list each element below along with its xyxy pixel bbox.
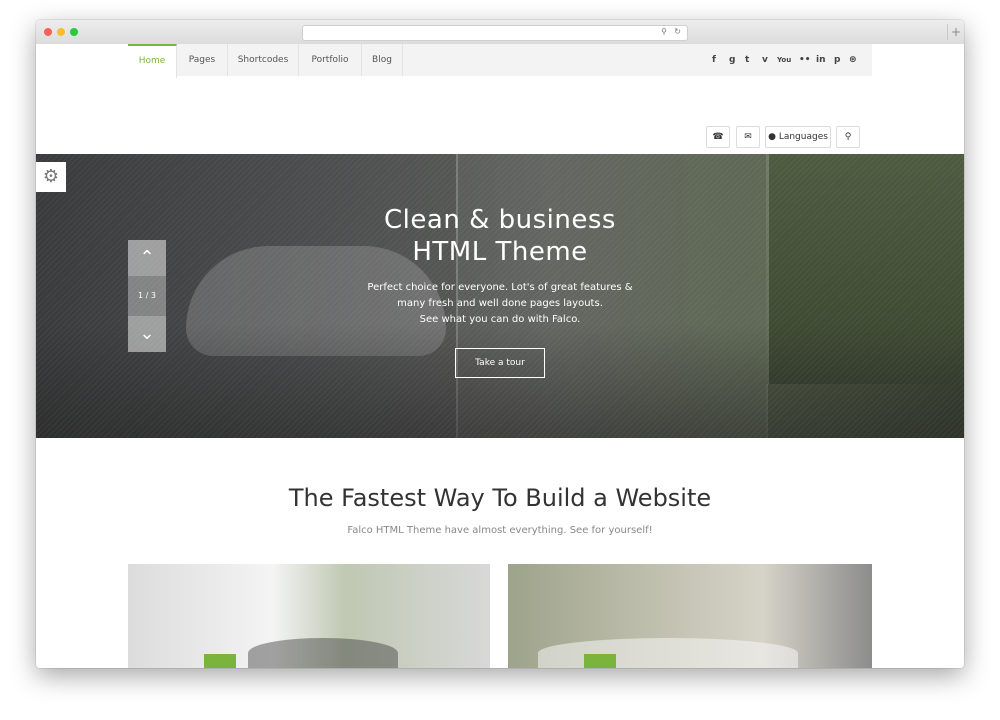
take-a-tour-button[interactable]: Take a tour [455, 348, 545, 378]
portfolio-card-glassware[interactable] [508, 564, 872, 668]
chevron-up-icon: ⌃ [139, 247, 155, 268]
slider-next-button[interactable]: ⌄ [128, 316, 166, 352]
hero-description: Perfect choice for everyone. Lot's of gr… [320, 280, 680, 328]
reload-icon[interactable]: ↻ [674, 27, 681, 36]
slider-controls: ⌃ 1 / 3 ⌄ [128, 240, 166, 352]
nav-item-pages[interactable]: Pages [177, 44, 228, 76]
mail-icon: ✉ [744, 132, 752, 142]
browser-toolbar: ⚲ ↻ + [36, 20, 964, 45]
hero-title-line-2: HTML Theme [412, 237, 588, 267]
browser-window: ⚲ ↻ + Home Pages Shortcodes Portfolio Bl… [36, 20, 964, 668]
section-title: The Fastest Way To Build a Website [288, 484, 712, 512]
maximize-window-button[interactable] [70, 28, 78, 36]
hero-slider: ⚙ ⌃ 1 / 3 ⌄ Clean & business HTML Theme … [36, 154, 964, 438]
search-icon: ⚲ [844, 132, 852, 142]
card-badge [204, 654, 236, 668]
phone-button[interactable]: ☎ [706, 126, 730, 148]
portfolio-card-dining-room[interactable] [128, 564, 490, 668]
flickr-icon[interactable]: •• [799, 44, 811, 76]
nav-item-home[interactable]: Home [128, 44, 177, 78]
main-navigation: Home Pages Shortcodes Portfolio Blog f g… [128, 44, 872, 78]
settings-gear-icon[interactable]: ⚙ [36, 162, 66, 192]
hero-text-line-3: See what you can do with Falco. [419, 314, 581, 325]
pinterest-icon[interactable]: p [834, 44, 840, 76]
twitter-icon[interactable]: t [745, 44, 749, 76]
search-icon[interactable]: ⚲ [661, 27, 667, 36]
card-badge [584, 654, 616, 668]
nav-item-blog[interactable]: Blog [362, 44, 403, 76]
dribbble-icon[interactable]: ⊛ [849, 44, 857, 76]
nav-item-shortcodes[interactable]: Shortcodes [228, 44, 299, 76]
glassware-table-image [538, 638, 798, 668]
hero-text-line-1: Perfect choice for everyone. Lot's of gr… [367, 282, 633, 293]
languages-label: Languages [778, 132, 828, 142]
google-icon[interactable]: g [729, 44, 735, 76]
address-bar[interactable]: ⚲ ↻ [302, 25, 688, 41]
nav-item-portfolio[interactable]: Portfolio [299, 44, 362, 76]
languages-button[interactable]: ● Languages [765, 126, 831, 148]
vimeo-icon[interactable]: v [762, 44, 768, 76]
facebook-icon[interactable]: f [712, 44, 716, 76]
mail-button[interactable]: ✉ [736, 126, 760, 148]
linkedin-icon[interactable]: in [816, 44, 826, 76]
phone-icon: ☎ [712, 132, 724, 142]
chevron-down-icon: ⌄ [139, 323, 155, 344]
globe-icon: ● [768, 132, 776, 142]
youtube-icon[interactable]: You [777, 44, 791, 76]
web-page: Home Pages Shortcodes Portfolio Blog f g… [36, 44, 964, 668]
dining-table-image [248, 638, 398, 668]
close-window-button[interactable] [44, 28, 52, 36]
minimize-window-button[interactable] [57, 28, 65, 36]
hero-text-line-2: many fresh and well done pages layouts. [397, 298, 603, 309]
new-tab-button[interactable]: + [947, 24, 964, 40]
slider-prev-button[interactable]: ⌃ [128, 240, 166, 276]
search-button[interactable]: ⚲ [836, 126, 860, 148]
section-subtitle: Falco HTML Theme have almost everything.… [347, 525, 653, 536]
slide-counter: 1 / 3 [138, 291, 156, 300]
hero-title: Clean & business HTML Theme [300, 204, 700, 268]
hero-title-line-1: Clean & business [384, 205, 616, 235]
